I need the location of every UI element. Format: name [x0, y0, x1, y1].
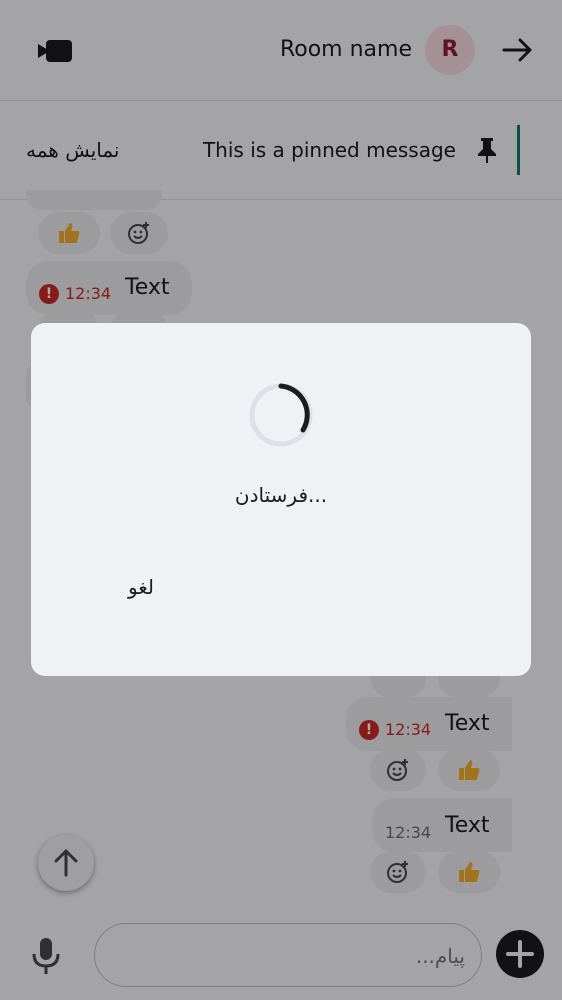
- progress-spinner-icon: [249, 383, 313, 447]
- dialog-message: فرستادن...: [234, 483, 328, 507]
- progress-dialog: فرستادن... لغو: [31, 323, 531, 676]
- cancel-button[interactable]: لغو: [113, 567, 169, 607]
